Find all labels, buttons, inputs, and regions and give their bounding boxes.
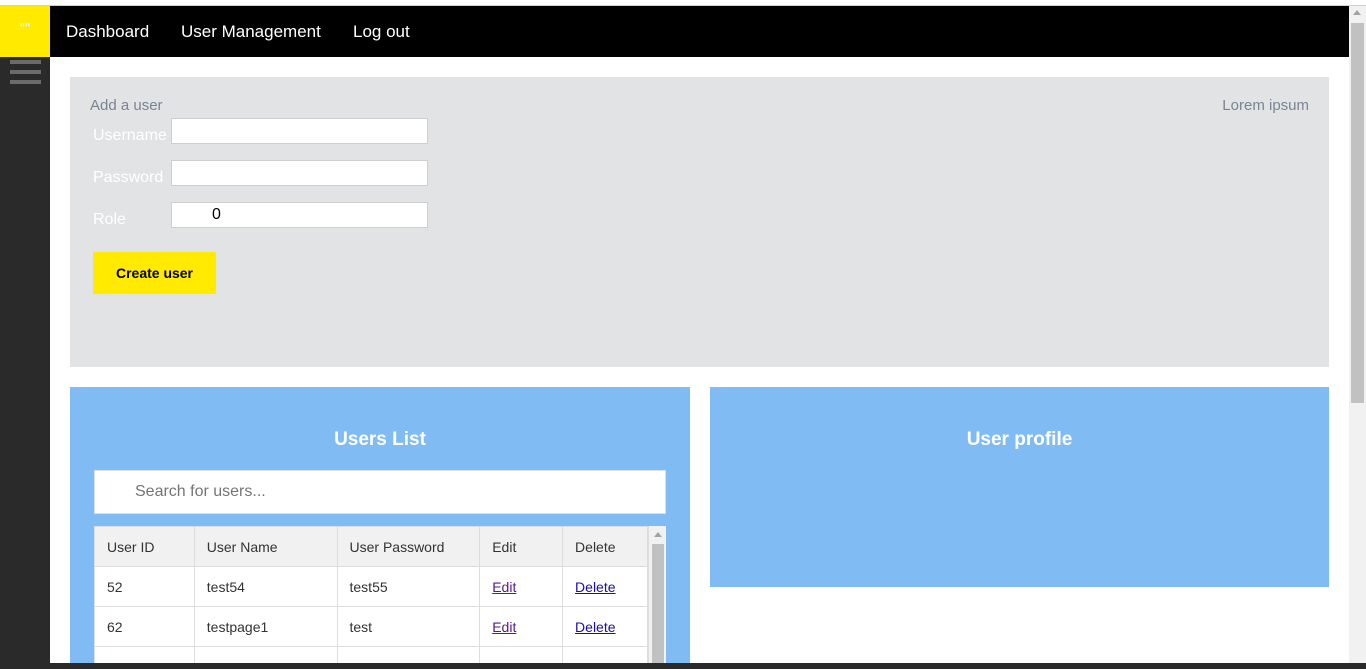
add-user-panel: Add a user Lorem ipsum Username Password… [70,77,1329,367]
user-profile-title: User profile [966,429,1073,450]
nav-user-management[interactable]: User Management [181,6,321,57]
column-header-user-name: User Name [193,526,338,567]
create-user-button[interactable]: Create user [93,252,216,294]
lorem-ipsum-text: Lorem ipsum [1222,97,1309,114]
top-navbar: "" Dashboard User Management Log out [0,6,1349,57]
table-scroll-thumb[interactable] [652,544,664,666]
logo[interactable]: "" [0,6,50,57]
delete-link[interactable]: Delete [575,579,615,595]
hamburger-menu-icon[interactable] [10,60,41,89]
cell-user-name: test54 [193,566,338,607]
add-user-title: Add a user [90,97,163,114]
cell-user-password: test [336,606,481,647]
cell-edit: Edit [479,566,564,607]
role-label: Role [93,211,126,228]
users-table: User ID User Name User Password Edit Del… [94,526,648,666]
edit-link[interactable]: Edit [492,579,516,595]
column-header-user-id: User ID [94,526,195,567]
search-users-input[interactable] [94,470,666,514]
sidebar [0,57,50,669]
users-table-container: User ID User Name User Password Edit Del… [94,526,666,666]
role-field[interactable] [171,202,428,228]
cell-user-id: 62 [94,606,195,647]
delete-link[interactable]: Delete [575,619,615,635]
table-scrollbar[interactable] [648,526,666,666]
username-field[interactable] [171,118,428,144]
cell-user-password: test55 [336,566,481,607]
username-label: Username [93,127,167,144]
password-field[interactable] [171,160,428,186]
nav-log-out[interactable]: Log out [353,6,410,57]
nav-dashboard[interactable]: Dashboard [66,6,149,57]
edit-link[interactable]: Edit [492,619,516,635]
column-header-user-password: User Password [336,526,481,567]
scroll-up-icon[interactable] [654,532,662,537]
bottom-bar [0,663,1366,669]
cell-delete: Delete [562,566,648,607]
scroll-up-icon[interactable] [1353,10,1361,15]
table-header-row: User ID User Name User Password Edit Del… [94,526,648,567]
page-scrollbar[interactable] [1349,6,1366,669]
page-scroll-thumb[interactable] [1351,23,1364,403]
cell-user-id: 52 [94,566,195,607]
cell-delete: Delete [562,606,648,647]
table-row: 52 test54 test55 Edit Delete [94,566,648,607]
user-profile-panel: User profile [710,387,1329,587]
cell-user-name: testpage1 [193,606,338,647]
users-list-panel: Users List User ID User Name User Passwo… [70,387,690,669]
column-header-delete: Delete [562,526,648,567]
table-row: 62 testpage1 test Edit Delete [94,606,648,647]
column-header-edit: Edit [479,526,564,567]
password-label: Password [93,169,164,186]
users-list-title: Users List [334,429,426,450]
cell-edit: Edit [479,606,564,647]
